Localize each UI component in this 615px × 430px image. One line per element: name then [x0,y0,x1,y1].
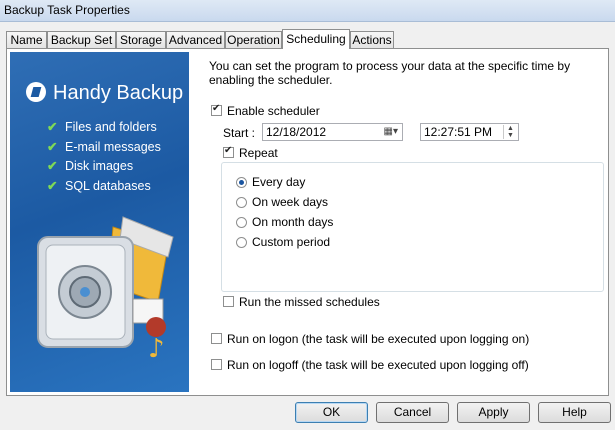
start-time-field[interactable]: 12:27:51 PM ▲ ▼ [420,123,519,141]
start-label: Start : [223,126,256,140]
check-icon: ✔ [47,139,58,154]
radio-on-week-days[interactable] [236,197,247,208]
handy-backup-logo-icon [26,82,46,102]
feature-item: ✔ SQL databases [47,178,151,193]
repeat-label: Repeat [239,146,278,160]
run-on-logon-checkbox[interactable] [211,333,222,344]
tab-storage[interactable]: Storage [116,31,166,48]
tab-name[interactable]: Name [6,31,47,48]
repeat-options-group: Every day On week days On month days Cus… [221,162,604,292]
check-icon: ✔ [47,159,58,173]
month-days-label: On month days [252,215,334,229]
start-date-picker[interactable]: 12/18/2012 ▦▾ [262,123,403,141]
calendar-dropdown-icon[interactable]: ▦▾ [384,124,398,140]
safe-illustration-icon: ♪ [37,216,174,364]
brand-name: Handy Backup [53,82,184,104]
missed-schedules-checkbox[interactable] [223,296,234,307]
repeat-checkbox[interactable] [223,145,234,158]
week-days-label: On week days [252,195,329,209]
feature-list: ✔ Files and folders ✔ E-mail messages ✔ Dis… [47,120,161,198]
tab-backup-set[interactable]: Backup Set [47,31,116,48]
start-time-value: 12:27:51 PM [424,125,493,139]
missed-schedules-label: Run the missed schedules [239,295,380,309]
radio-on-month-days[interactable] [236,217,247,228]
tab-operation[interactable]: Operation [225,31,282,48]
scheduling-panel: Handy Backup ✔ Files and folders ✔ E-mail … [6,48,609,396]
feature-item: ✔ Disk images [47,159,134,173]
title-bar: Backup Task Properties [0,0,615,22]
check-icon: ✔ [47,178,58,193]
tab-advanced[interactable]: Advanced [166,31,225,48]
enable-scheduler-checkbox[interactable] [211,103,222,116]
brand-logo: Handy Backup [26,82,183,105]
every-day-label: Every day [252,175,306,189]
cancel-button[interactable]: Cancel [376,402,449,423]
apply-button[interactable]: Apply [457,402,530,423]
enable-scheduler-label: Enable scheduler [227,104,320,118]
ok-button[interactable]: OK [295,402,368,423]
window-title: Backup Task Properties [4,3,130,17]
intro-text: You can set the program to process your … [209,59,571,87]
custom-period-label: Custom period [252,235,331,249]
radio-custom-period[interactable] [236,237,247,248]
product-banner: Handy Backup ✔ Files and folders ✔ E-mail … [10,52,189,392]
tab-scheduling[interactable]: Scheduling [282,29,350,49]
start-date-value: 12/18/2012 [266,125,327,139]
feature-item: ✔ Files and folders [47,120,157,134]
run-on-logon-label: Run on logon (the task will be executed … [227,332,530,346]
tab-actions[interactable]: Actions [350,31,394,48]
check-icon: ✔ [47,120,58,134]
radio-every-day[interactable] [236,177,247,188]
help-button[interactable]: Help [538,402,611,423]
run-on-logoff-label: Run on logoff (the task will be executed… [227,358,529,372]
run-on-logoff-checkbox[interactable] [211,359,222,370]
svg-text:♪: ♪ [148,334,165,364]
time-spinner-icon[interactable]: ▲ ▼ [503,125,517,139]
feature-item: ✔ E-mail messages [47,139,161,154]
tab-strip: Name Backup Set Storage Advanced Operati… [0,29,615,49]
